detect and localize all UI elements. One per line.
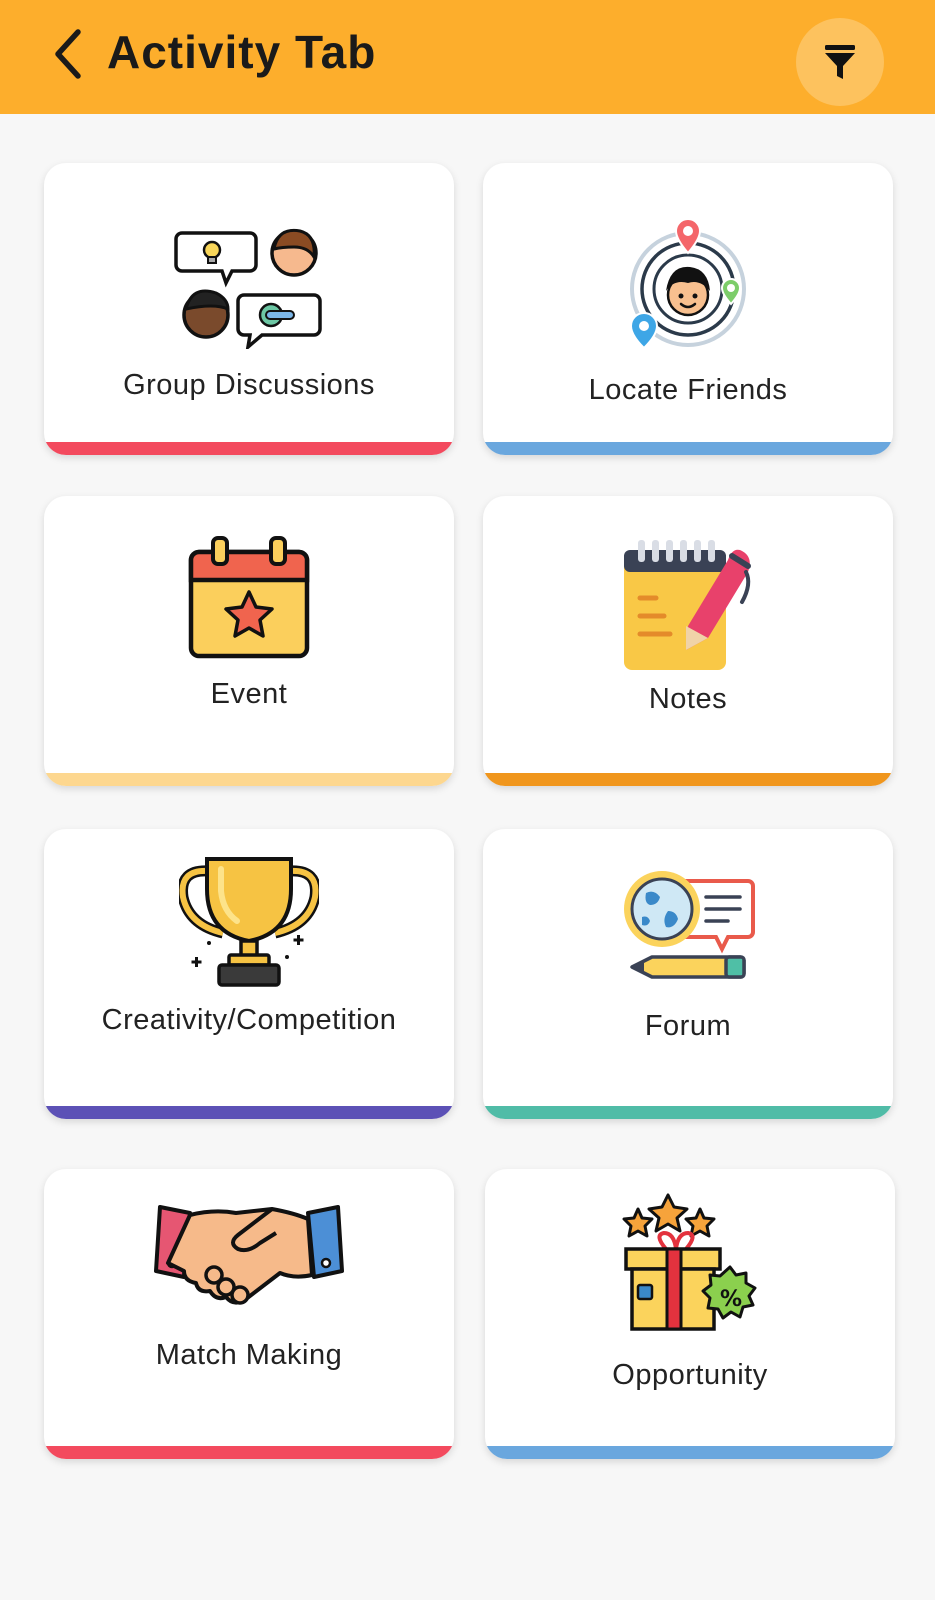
globe-chat-icon — [624, 871, 755, 979]
card-accent-bar — [483, 1106, 893, 1119]
card-label: Opportunity — [612, 1359, 768, 1391]
card-label: Event — [210, 678, 288, 710]
card-accent-bar — [44, 773, 454, 786]
gift-icon: % — [622, 1193, 757, 1331]
card-label: Forum — [644, 1010, 732, 1042]
filter-icon — [825, 45, 855, 79]
filter-button[interactable] — [796, 18, 884, 106]
card-accent-bar — [485, 1446, 895, 1459]
card-forum[interactable]: Forum — [483, 829, 893, 1119]
handshake-icon — [154, 1205, 344, 1305]
calendar-star-icon — [188, 536, 310, 659]
notepad-pen-icon — [624, 540, 751, 670]
card-label: Locate Friends — [588, 374, 788, 406]
card-accent-bar — [44, 1446, 454, 1459]
card-accent-bar — [483, 442, 893, 455]
card-event[interactable]: Event — [44, 496, 454, 786]
card-opportunity[interactable]: % Opportunity — [485, 1169, 895, 1459]
card-creativity-competition[interactable]: Creativity/Competition — [44, 829, 454, 1119]
card-label: Notes — [648, 683, 728, 715]
card-locate-friends[interactable]: Locate Friends — [483, 163, 893, 455]
card-label: Group Discussions — [123, 369, 375, 401]
page-title: Activity Tab — [107, 26, 377, 78]
group-discussion-icon — [174, 228, 322, 349]
svg-text:%: % — [720, 1287, 742, 1312]
trophy-icon — [179, 857, 319, 987]
card-group-discussions[interactable]: Group Discussions — [44, 163, 454, 455]
card-label: Creativity/Competition — [101, 1004, 397, 1036]
card-match-making[interactable]: Match Making — [44, 1169, 454, 1459]
card-accent-bar — [44, 442, 454, 455]
back-button[interactable] — [40, 22, 96, 86]
card-accent-bar — [44, 1106, 454, 1119]
card-accent-bar — [483, 773, 893, 786]
locate-friends-icon — [629, 217, 746, 350]
card-notes[interactable]: Notes — [483, 496, 893, 786]
chevron-left-icon — [55, 29, 81, 79]
card-label: Match Making — [155, 1339, 343, 1371]
app-header: Activity Tab — [0, 0, 935, 114]
